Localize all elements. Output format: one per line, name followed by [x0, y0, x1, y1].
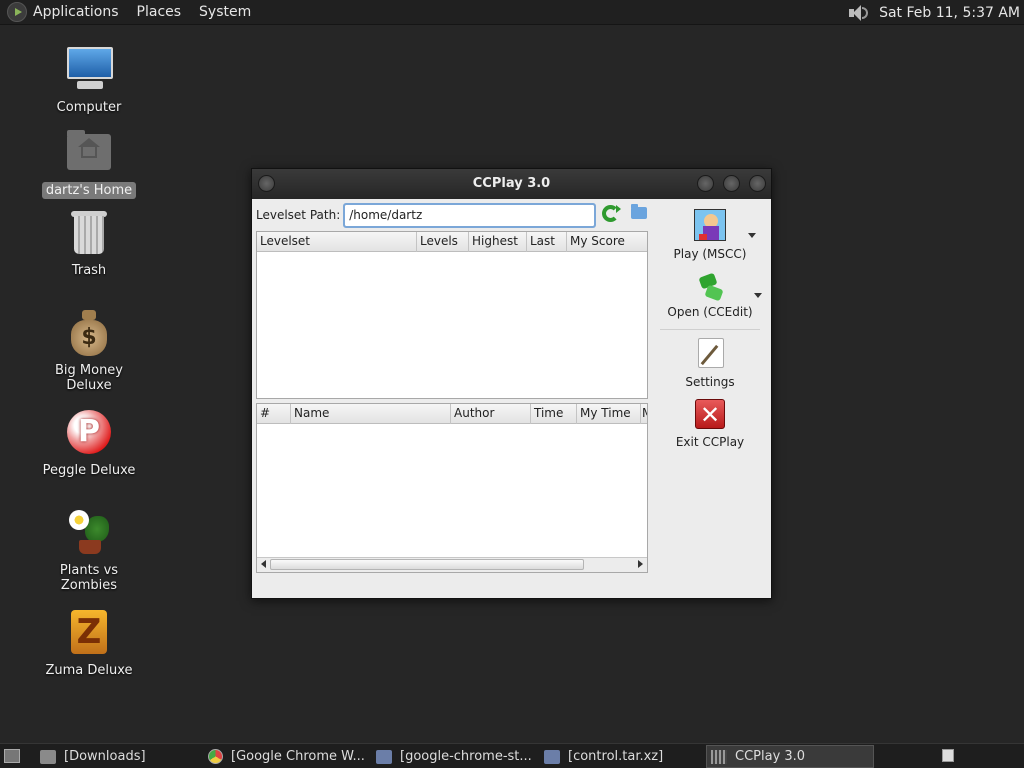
desktop-icon-trash[interactable]: Trash [30, 208, 148, 279]
exit-ccplay-label: Exit CCPlay [675, 435, 745, 449]
app-icon [711, 749, 727, 764]
levels-table-header: # Name Author Time My Time M [257, 404, 647, 424]
play-mscc-label: Play (MSCC) [673, 247, 747, 261]
desktop-icon-plants-vs-zombies[interactable]: Plants vs Zombies [30, 508, 148, 594]
window-title: CCPlay 3.0 [472, 176, 551, 191]
menu-places[interactable]: Places [137, 4, 182, 20]
desktop-icon-label: Trash [71, 263, 107, 278]
desktop-icon-label: Computer [56, 100, 122, 115]
settings-pen-icon [694, 337, 726, 369]
play-dropdown-arrow-icon[interactable] [748, 233, 756, 238]
task-label: [google-chrome-st... [400, 749, 532, 764]
scrollbar-thumb[interactable] [270, 559, 584, 570]
desktop-icon-label: Big Money Deluxe [54, 363, 123, 393]
levelset-table[interactable]: Levelset Levels Highest Last My Score [256, 231, 648, 399]
desktop-icon-label: Zuma Deluxe [45, 663, 133, 678]
exit-ccplay-button[interactable]: ✕ Exit CCPlay [652, 399, 768, 449]
show-desktop-icon[interactable] [4, 749, 20, 763]
folder-icon [40, 749, 56, 764]
column-header-last[interactable]: Last [527, 232, 567, 252]
column-header-my-time[interactable]: My Time [577, 404, 641, 424]
sidebar-divider [660, 329, 760, 330]
open-ccedit-button[interactable]: Open (CCEdit) [652, 272, 768, 319]
plants-icon [65, 508, 113, 556]
scroll-right-arrow-icon[interactable] [638, 560, 643, 568]
desktop-icon-big-money[interactable]: $ Big Money Deluxe [30, 308, 148, 394]
column-header-levels[interactable]: Levels [417, 232, 469, 252]
chrome-icon [208, 749, 223, 764]
desktop-icon-peggle[interactable]: P Peggle Deluxe [30, 408, 148, 479]
money-bag-icon: $ [65, 308, 113, 356]
menu-applications[interactable]: Applications [33, 4, 119, 20]
levelset-path-label: Levelset Path: [256, 208, 341, 222]
levelset-path-row: Levelset Path: [256, 202, 647, 228]
distro-logo-icon[interactable] [7, 2, 27, 22]
task-google-chrome-file[interactable]: [google-chrome-st... [372, 745, 538, 768]
column-header-my-score[interactable]: My Score [567, 232, 647, 252]
horizontal-scrollbar[interactable] [257, 557, 647, 572]
file-icon [376, 749, 392, 764]
clock[interactable]: Sat Feb 11, 5:37 AM [879, 5, 1020, 21]
column-header-highest[interactable]: Highest [469, 232, 527, 252]
bottom-taskbar: [Downloads] [Google Chrome W... [google-… [0, 743, 1024, 768]
home-folder-icon [65, 128, 113, 176]
column-header-name[interactable]: Name [291, 404, 451, 424]
desktop-icon-zuma[interactable]: Z Zuma Deluxe [30, 608, 148, 679]
trash-icon [65, 208, 113, 256]
task-label: CCPlay 3.0 [735, 749, 806, 764]
top-panel: Applications Places System Sat Feb 11, 5… [0, 0, 1024, 25]
desktop-icon-home[interactable]: dartz's Home [30, 128, 148, 199]
maximize-button[interactable] [723, 175, 740, 192]
open-dropdown-arrow-icon[interactable] [754, 293, 762, 298]
play-character-icon [694, 209, 726, 241]
column-header-author[interactable]: Author [451, 404, 531, 424]
scroll-left-arrow-icon[interactable] [261, 560, 266, 568]
exit-x-icon: ✕ [695, 399, 725, 429]
zuma-icon: Z [65, 608, 113, 656]
column-header-levelset[interactable]: Levelset [257, 232, 417, 252]
column-header-truncated[interactable]: M [641, 404, 647, 424]
levels-table[interactable]: # Name Author Time My Time M [256, 403, 648, 573]
settings-label: Settings [685, 375, 735, 389]
ccedit-icon [694, 272, 726, 302]
levelset-path-input[interactable] [343, 202, 597, 228]
minimize-button[interactable] [697, 175, 714, 192]
computer-icon [65, 45, 113, 93]
column-header-time[interactable]: Time [531, 404, 577, 424]
open-ccedit-label: Open (CCEdit) [667, 305, 753, 319]
task-google-chrome[interactable]: [Google Chrome W... [204, 745, 370, 768]
settings-button[interactable]: Settings [652, 337, 768, 389]
refresh-icon[interactable] [602, 205, 621, 222]
window-titlebar[interactable]: CCPlay 3.0 [252, 169, 771, 199]
task-downloads[interactable]: [Downloads] [36, 745, 196, 768]
desktop-icon-label: Peggle Deluxe [42, 463, 136, 478]
file-icon [544, 749, 560, 764]
levelset-table-header: Levelset Levels Highest Last My Score [257, 232, 647, 252]
task-label: [control.tar.xz] [568, 749, 664, 764]
column-header-number[interactable]: # [257, 404, 291, 424]
task-label: [Google Chrome W... [231, 749, 365, 764]
menu-system[interactable]: System [199, 4, 251, 20]
desktop-icon-label: dartz's Home [41, 182, 137, 199]
task-control-tar[interactable]: [control.tar.xz] [540, 745, 706, 768]
volume-icon[interactable] [845, 3, 871, 23]
close-button[interactable] [749, 175, 766, 192]
peggle-icon: P [65, 408, 113, 456]
browse-folder-icon[interactable] [631, 204, 647, 219]
desktop-icon-computer[interactable]: Computer [30, 45, 148, 116]
task-ccplay[interactable]: CCPlay 3.0 [706, 745, 874, 768]
workspace-switcher-icon[interactable] [942, 749, 954, 762]
panel-tray: Sat Feb 11, 5:37 AM [845, 0, 1020, 25]
task-label: [Downloads] [64, 749, 146, 764]
ccplay-window: CCPlay 3.0 Levelset Path: Levelset Level… [251, 168, 772, 599]
desktop-icon-label: Plants vs Zombies [59, 563, 119, 593]
